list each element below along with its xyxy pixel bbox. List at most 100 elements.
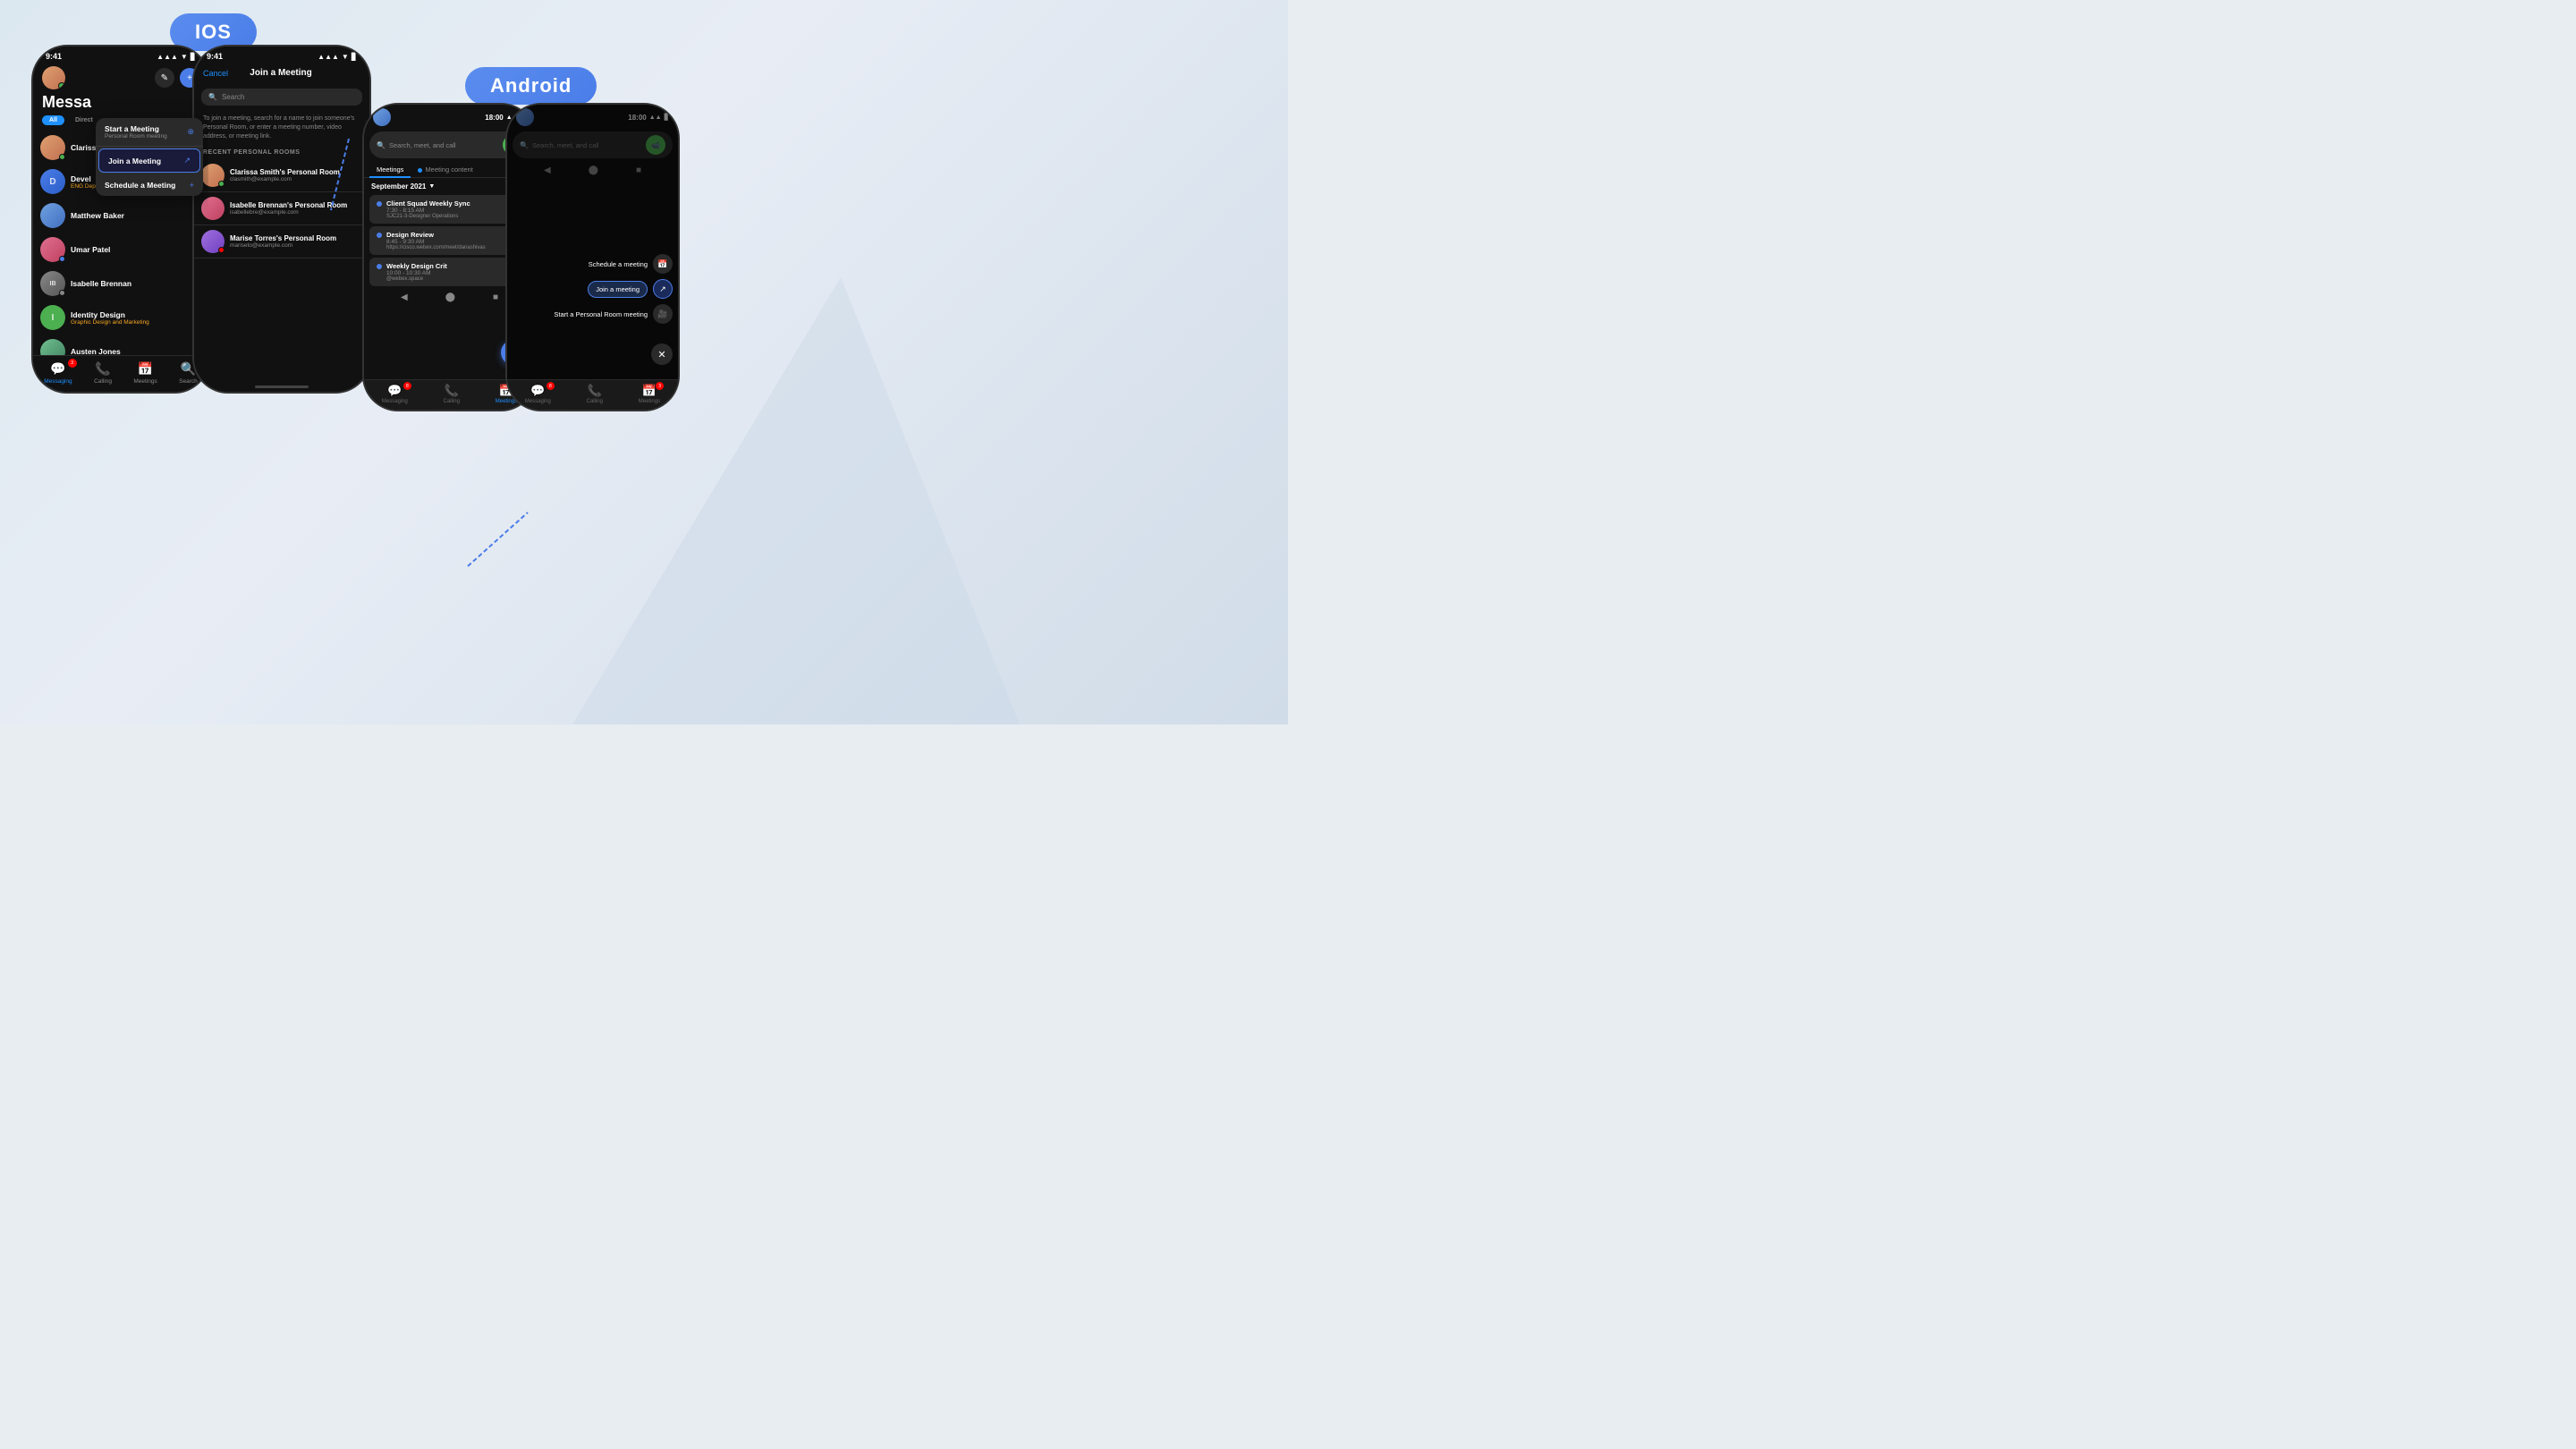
list-item[interactable]: Umar Patel bbox=[33, 233, 208, 267]
event-title: Weekly Design Crit bbox=[386, 262, 447, 270]
contact-avatar: D bbox=[40, 169, 65, 194]
messaging-nav-icon: 💬 bbox=[50, 361, 65, 377]
nav-messaging[interactable]: 💬 Messaging 3 bbox=[44, 361, 72, 385]
signal-icon: ▲▲▲ bbox=[157, 53, 178, 61]
join-meeting-option[interactable]: Join a Meeting ↗ bbox=[98, 148, 200, 173]
nav-messaging[interactable]: 💬 Messaging 8 bbox=[382, 384, 408, 404]
status-bar-1: 9:41 ▲▲▲ ▼ ▊ bbox=[33, 47, 208, 63]
chevron-down-icon: ▼ bbox=[428, 183, 435, 190]
dot-indicator bbox=[418, 168, 422, 173]
nav-meetings-4[interactable]: 📅 Meetings 3 bbox=[639, 384, 660, 404]
close-fab-button[interactable]: ✕ bbox=[651, 343, 673, 365]
messaging-badge: 3 bbox=[68, 359, 77, 368]
search-placeholder: Search bbox=[222, 93, 244, 101]
list-item[interactable]: Matthew Baker bbox=[33, 199, 208, 233]
nav-label-4: Messaging bbox=[525, 399, 551, 404]
room-email: isabellebre@example.com bbox=[230, 209, 347, 216]
android-label: Android bbox=[465, 67, 597, 105]
battery-icon: ▊ bbox=[352, 53, 357, 61]
android-bottom-nav-4: 💬 Messaging 8 📞 Calling 📅 Meetings 3 bbox=[507, 379, 678, 410]
messaging-badge-4: 8 bbox=[547, 382, 555, 390]
search-icon: 🔍 bbox=[208, 93, 217, 101]
nav-calling[interactable]: 📞 Calling bbox=[94, 361, 112, 385]
home-button[interactable]: ⬤ bbox=[445, 292, 455, 302]
join-search-bar[interactable]: 🔍 Search bbox=[201, 89, 362, 106]
room-item-isabelle[interactable]: Isabelle Brennan's Personal Room isabell… bbox=[194, 192, 369, 225]
nav-calling-4[interactable]: 📞 Calling bbox=[587, 384, 603, 404]
schedule-meeting-option[interactable]: Schedule a Meeting + bbox=[96, 174, 203, 196]
event-dot bbox=[377, 264, 382, 269]
join-meeting-title: Join a Meeting bbox=[250, 68, 311, 78]
status-time-1: 9:41 bbox=[46, 52, 62, 61]
recent-rooms-title: RECENT PERSONAL ROOMS bbox=[194, 146, 369, 159]
event-sub: @webex.space bbox=[386, 276, 447, 282]
phone-ios-messaging: 9:41 ▲▲▲ ▼ ▊ ✎ + Messa All Direct bbox=[31, 45, 210, 394]
search-icon: 🔍 bbox=[377, 141, 386, 149]
schedule-meeting-item[interactable]: Schedule a meeting 📅 bbox=[554, 254, 673, 274]
phone-android-join: 18:00 ▲▲ ▊ 🔍 Search, meet, and call 📹 Sc… bbox=[505, 103, 680, 411]
action-dropdown: Start a Meeting Personal Room meeting ⊕ … bbox=[96, 118, 203, 196]
meetings-nav-icon: 📅 bbox=[138, 361, 153, 377]
start-meeting-option[interactable]: Start a Meeting Personal Room meeting ⊕ bbox=[96, 118, 203, 147]
android-avatar-left bbox=[373, 108, 391, 126]
calling-icon: 📞 bbox=[445, 384, 459, 398]
meetings-icon-4: 📅 bbox=[642, 384, 657, 398]
nav-label: Messaging bbox=[44, 378, 72, 385]
schedule-icon: 📅 bbox=[653, 254, 673, 274]
tab-all[interactable]: All bbox=[42, 115, 64, 125]
online-dot bbox=[218, 181, 225, 187]
contact-sub: Graphic Design and Marketing bbox=[71, 319, 149, 326]
user-avatar[interactable] bbox=[42, 66, 65, 89]
contact-avatar bbox=[40, 203, 65, 228]
meetings-badge-4: 3 bbox=[656, 382, 664, 390]
room-avatar bbox=[201, 230, 225, 253]
personal-room-icon: 🎥 bbox=[653, 304, 673, 324]
event-time: 7:30 - 8:15 AM bbox=[386, 208, 470, 214]
status-bar-2: 9:41 ▲▲▲ ▼ ▊ bbox=[194, 47, 369, 63]
event-time: 8:45 - 9:30 AM bbox=[386, 239, 486, 245]
nav-calling[interactable]: 📞 Calling bbox=[444, 384, 460, 404]
tab-meeting-content[interactable]: Meeting content bbox=[411, 162, 479, 177]
calling-nav-icon: 📞 bbox=[95, 361, 110, 377]
calendar-icon: + bbox=[190, 181, 194, 190]
event-title: Client Squad Weekly Sync bbox=[386, 199, 470, 208]
nav-meetings[interactable]: 📅 Meetings bbox=[133, 361, 157, 385]
messaging-icon-4: 💬 bbox=[530, 384, 545, 398]
join-icon: ↗ bbox=[183, 156, 191, 165]
status-time-2: 9:41 bbox=[207, 52, 223, 61]
room-name: Isabelle Brennan's Personal Room bbox=[230, 201, 347, 209]
room-item-clarissa[interactable]: Clarissa Smith's Personal Room clasmith@… bbox=[194, 159, 369, 192]
nav-label: Calling bbox=[444, 399, 460, 404]
nav-label: Messaging bbox=[382, 399, 408, 404]
join-description: To join a meeting, search for a name to … bbox=[194, 111, 369, 146]
compose-icon[interactable]: ✎ bbox=[155, 68, 174, 88]
cancel-button[interactable]: Cancel bbox=[203, 69, 228, 78]
room-avatar bbox=[201, 197, 225, 220]
month-text: September 2021 ▼ bbox=[371, 182, 435, 191]
status-dot bbox=[59, 290, 65, 296]
messaging-title: Messa bbox=[42, 93, 199, 112]
calling-icon-4: 📞 bbox=[588, 384, 602, 398]
event-dot bbox=[377, 201, 382, 207]
tab-meetings[interactable]: Meetings bbox=[369, 162, 411, 177]
back-button[interactable]: ◀ bbox=[401, 292, 408, 302]
event-time: 10:00 - 10:30 AM bbox=[386, 270, 447, 276]
list-item[interactable]: I Identity Design Graphic Design and Mar… bbox=[33, 301, 208, 335]
contact-avatar: I bbox=[40, 305, 65, 330]
signal-icon: ▲▲▲ bbox=[318, 53, 339, 61]
event-sub: SJC21-3-Designer Operations bbox=[386, 214, 470, 219]
nav-messaging-4[interactable]: 💬 Messaging 8 bbox=[525, 384, 551, 404]
online-indicator bbox=[59, 154, 65, 160]
status-time-3: 18:00 bbox=[485, 114, 503, 122]
join-meeting-item[interactable]: Join a meeting ↗ bbox=[554, 279, 673, 299]
phone-ios-join: 9:41 ▲▲▲ ▼ ▊ Cancel Join a Meeting 🔍 Sea… bbox=[192, 45, 371, 394]
personal-room-item[interactable]: Start a Personal Room meeting 🎥 bbox=[554, 304, 673, 324]
messaging-badge: 8 bbox=[403, 382, 411, 390]
status-icons-2: ▲▲▲ ▼ ▊ bbox=[318, 53, 357, 61]
unread-dot bbox=[59, 256, 65, 262]
room-item-marise[interactable]: Marise Torres's Personal Room mariseto@e… bbox=[194, 225, 369, 258]
list-item[interactable]: IB Isabelle Brennan bbox=[33, 267, 208, 301]
join-label: Join a meeting bbox=[588, 281, 648, 298]
recents-button[interactable]: ■ bbox=[493, 292, 498, 302]
contact-avatar bbox=[40, 135, 65, 160]
